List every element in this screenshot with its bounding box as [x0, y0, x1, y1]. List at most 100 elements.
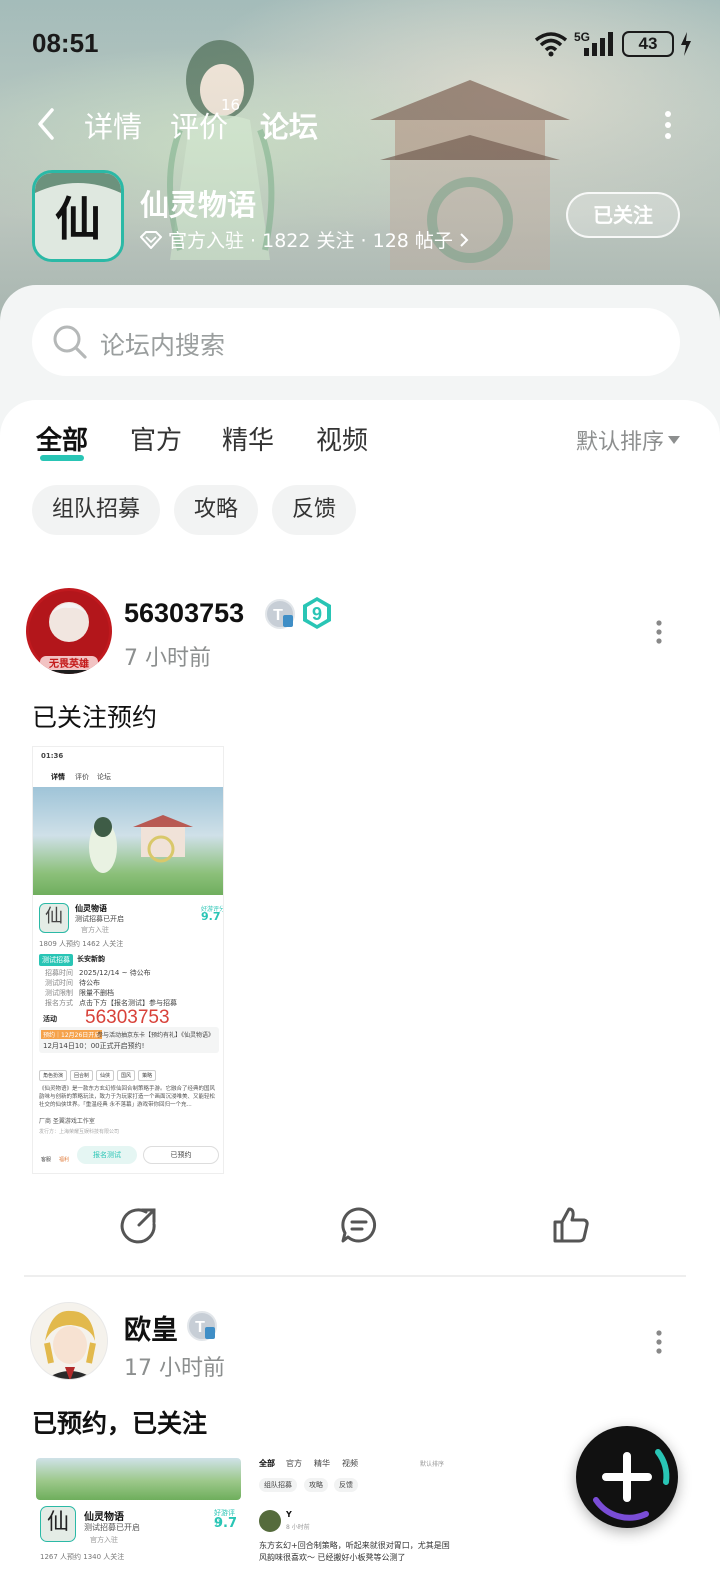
svg-text:无畏英雄: 无畏英雄 [48, 657, 89, 670]
svg-text:T: T [273, 607, 283, 624]
avatar-image [31, 1303, 107, 1379]
shot-score: 9.7 [201, 910, 221, 923]
charging-icon [681, 32, 691, 56]
game-title: 仙灵物语 [140, 188, 257, 222]
shot-official: 官方入驻 [90, 1536, 118, 1544]
review-count: 16 [221, 96, 241, 114]
title-badge-icon: T [187, 1311, 217, 1341]
filter-tab-all[interactable]: 全部 [36, 420, 88, 461]
shot-game-name: 仙灵物语 [84, 1512, 124, 1523]
post-more-icon[interactable] [656, 1330, 662, 1354]
post-time: 7 小时前 [124, 646, 211, 671]
shot-official: 官方入驻 [81, 926, 109, 934]
wifi-icon [534, 32, 568, 57]
user-avatar[interactable]: 无畏英雄 [26, 588, 112, 674]
filter-tab-official[interactable]: 官方 [130, 420, 182, 457]
new-post-button[interactable] [576, 1426, 678, 1528]
shot-tab-all: 全部 [259, 1459, 275, 1468]
shot-tab-featured: 精华 [314, 1459, 330, 1468]
filter-tab-video[interactable]: 视频 [316, 420, 368, 457]
post-content: 已预约，已关注 [32, 1409, 208, 1438]
shot-ad-line: 厂商 圣翼游戏工作室 [39, 1118, 95, 1125]
shot-tag: 角色扮演 [39, 1070, 68, 1081]
game-meta[interactable]: 官方入驻 · 1822 关注 · 128 帖子 [140, 226, 469, 253]
shot-user: Y [286, 1510, 292, 1519]
shot-event-text: 参与活动抽京东卡【预约有礼】《仙灵物语》 [97, 1032, 215, 1039]
follow-button[interactable]: 已关注 [566, 192, 680, 238]
game-icon[interactable]: 仙 [32, 170, 124, 262]
tab-detail[interactable]: 详情 [84, 104, 142, 146]
post-username[interactable]: 欧皇 [124, 1308, 178, 1347]
battery-indicator: 43 [622, 31, 674, 57]
svg-text:9: 9 [312, 604, 322, 624]
shot-banner [33, 787, 223, 895]
filter-tab-featured[interactable]: 精华 [222, 420, 274, 457]
shot-row-0-k: 招募时间 [45, 969, 73, 977]
chip-feedback[interactable]: 反馈 [272, 485, 356, 535]
chip-team-recruit[interactable]: 组队招募 [32, 485, 160, 535]
shot-row-3-k: 报名方式 [45, 999, 73, 1007]
back-arrow-icon[interactable] [32, 104, 60, 144]
shot-event-tag: 预约｜12月26日开启 [41, 1030, 103, 1039]
shot-time: 01:36 [41, 752, 64, 760]
shot-tab-official: 官方 [286, 1459, 302, 1468]
user-avatar[interactable] [30, 1302, 108, 1380]
shot-text: 东方玄幻+回合制策略，听起来就很对胃口，尤其是国风韵味很喜欢～ 已经搬好小板凳等… [259, 1541, 450, 1562]
shot-desc: 《仙灵物语》是一款东方玄幻修仙回合制策略手游。它融合了经典的国风韵味与创新的策略… [39, 1086, 216, 1108]
shot-sort: 默认排序 [420, 1461, 445, 1468]
top-nav: 详情 评价 16 论坛 [0, 96, 720, 152]
status-icons: 5G 43 [534, 30, 692, 58]
shot-tab-detail: 详情 [51, 773, 65, 781]
shot-publisher: 发行方：上海荣耀互娱科技有限公司 [39, 1129, 120, 1135]
shot-event-label: 活动 [43, 1015, 57, 1023]
shot-tag: 国风 [117, 1070, 136, 1081]
shot-game-sub: 测试招募已开启 [75, 915, 124, 923]
network-type: 5G [574, 30, 590, 44]
post-more-icon[interactable] [656, 620, 662, 644]
forum-search-bar[interactable]: 论坛内搜索 [32, 308, 680, 376]
post-image[interactable]: 仙 仙灵物语 测试招募已开启 官方入驻 好游评分 9.7 1267 人预约 13… [36, 1458, 241, 1591]
shot-row-0-v: 2025/12/14 ~ 待公布 [79, 969, 151, 977]
shot-stats: 1267 人预约 1340 人关注 [40, 1553, 125, 1561]
sort-dropdown[interactable]: 默认排序 [576, 424, 681, 456]
tab-review[interactable]: 评价 [170, 104, 228, 146]
shot-banner [36, 1458, 241, 1500]
shot-row-1-k: 测试时间 [45, 979, 73, 987]
shot-event-date: 12月14日10：00正式开启预约! [43, 1042, 145, 1050]
shot-btn-secondary: 已预约 [143, 1146, 219, 1164]
caret-down-icon [668, 436, 681, 444]
tab-forum[interactable]: 论坛 [260, 104, 318, 152]
search-input[interactable]: 论坛内搜索 [100, 326, 225, 362]
shot-service: 客服 [41, 1157, 52, 1163]
post-divider [24, 1275, 686, 1277]
post-username[interactable]: 56303753 [124, 598, 244, 629]
level-badge-icon: 9 [303, 597, 331, 629]
post-image[interactable]: 全部 官方 精华 视频 默认排序 组队招募 攻略 反馈 Y 8 小时前 东方玄幻… [256, 1454, 456, 1591]
shot-chip: 反馈 [334, 1478, 358, 1492]
shot-test-name: 长安新韵 [77, 955, 105, 963]
search-icon [53, 325, 87, 359]
game-meta-text: 官方入驻 · 1822 关注 · 128 帖子 [168, 230, 453, 252]
shot-avatar [259, 1510, 281, 1532]
shot-game-name: 仙灵物语 [75, 904, 107, 913]
comment-icon[interactable] [340, 1206, 378, 1244]
chevron-right-icon [460, 232, 469, 247]
shot-chip: 攻略 [304, 1478, 328, 1492]
shot-btn-primary: 报名测试 [77, 1146, 137, 1164]
chip-guide[interactable]: 攻略 [174, 485, 258, 535]
shot-tag: 仙侠 [96, 1070, 115, 1081]
shot-tag: 策略 [138, 1070, 157, 1081]
shot-tab-review: 评价 [75, 773, 89, 781]
shot-row-2-k: 测试限制 [45, 989, 73, 997]
signal-icon: 5G [574, 30, 613, 56]
post-image[interactable]: 01:36 详情 评价 论坛 仙 仙灵物语 测试招募已开启 官方入驻 好游评分 … [32, 746, 224, 1174]
avatar-image: 无畏英雄 [29, 591, 109, 674]
share-icon[interactable] [120, 1206, 158, 1244]
shot-game-icon: 仙 [40, 1506, 76, 1542]
shot-chip: 组队招募 [259, 1478, 297, 1492]
like-icon[interactable] [552, 1206, 590, 1244]
shot-overlay-number: 56303753 [85, 1007, 170, 1028]
game-logo-icon: 仙 [35, 173, 121, 259]
more-options-icon[interactable] [664, 110, 672, 140]
title-badge-icon: T [265, 599, 295, 629]
